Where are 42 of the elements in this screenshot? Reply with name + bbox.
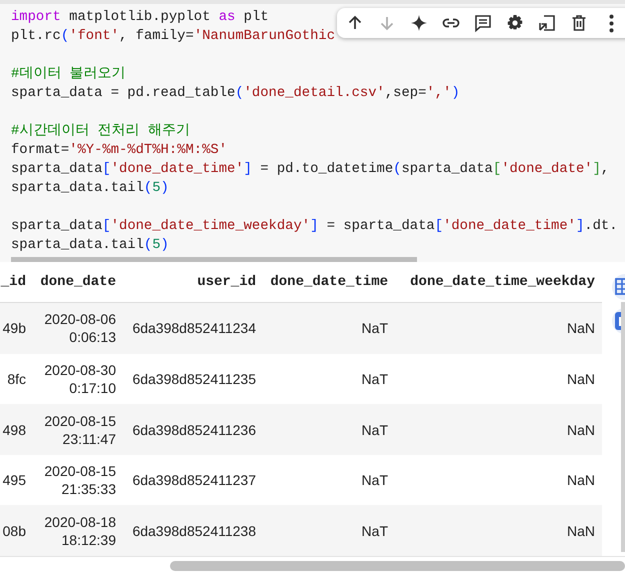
table-cell: NaN bbox=[566, 472, 595, 488]
code-cell[interactable] bbox=[0, 4, 625, 262]
table-cell: NaN bbox=[566, 422, 595, 438]
table-cell: NaT bbox=[362, 320, 388, 336]
code-line: sparta_data['done_date_time'] = pd.to_datetime(sparta_data['done_date'], bbox=[11, 160, 610, 179]
table-cell-text: 2020-08-30 0:17:10 bbox=[43, 360, 116, 397]
table-cell: 6da398d852411237 bbox=[132, 472, 256, 488]
export-icon bbox=[537, 13, 557, 33]
table-cell: 6da398d852411236 bbox=[132, 422, 256, 438]
table-cell-text: 2020-08-15 23:11:47 bbox=[43, 412, 116, 448]
code-line: import matplotlib.pyplot as plt bbox=[11, 8, 269, 27]
table-cell: 6da398d852411238 bbox=[132, 522, 256, 539]
table-cell: 49b bbox=[2, 320, 26, 336]
table-cell: NaT bbox=[362, 422, 388, 438]
sparkle-icon bbox=[409, 13, 429, 33]
comment-icon bbox=[473, 13, 493, 33]
code-line: #시간데이터 전처리 해주기 bbox=[11, 122, 190, 141]
table-cell: NaT bbox=[362, 472, 388, 488]
table-cell: NaN bbox=[566, 370, 595, 387]
scrollbar[interactable] bbox=[621, 302, 625, 552]
code-line: #데이터 불러오기 bbox=[11, 65, 126, 84]
table-cell: 6da398d852411235 bbox=[132, 370, 256, 387]
code-line: sparta_data.tail(5) bbox=[11, 236, 169, 255]
table-cell-text: 2020-08-15 21:35:33 bbox=[43, 462, 116, 498]
code-line: format='%Y-%m-%dT%H:%M:%S' bbox=[11, 141, 228, 160]
table-cell: NaN bbox=[566, 320, 595, 336]
table-cell: 495 bbox=[2, 472, 26, 488]
code-line: sparta_data['done_date_time_weekday'] = sparta_data['done_date_time'].dt. bbox=[11, 217, 618, 236]
table-cell: NaT bbox=[362, 522, 388, 539]
table-cell-text: 2020-08-06 0:06:13 bbox=[43, 310, 116, 346]
code-line: sparta_data.tail(5) bbox=[11, 179, 169, 198]
table-cell: 498 bbox=[2, 422, 26, 438]
table-cell: 8fc bbox=[7, 370, 26, 387]
more-icon bbox=[608, 14, 614, 32]
table-cell: 08b bbox=[2, 522, 26, 539]
table-cell: NaT bbox=[362, 370, 388, 387]
code-line: plt.rc('font', family='NanumBarunGothic bbox=[11, 27, 336, 46]
table-cell: 6da398d852411234 bbox=[132, 320, 256, 336]
scrollbar[interactable] bbox=[170, 561, 625, 571]
code-line: sparta_data = pd.read_table('done_detail.csv',sep=',') bbox=[11, 84, 460, 103]
table-cell: NaN bbox=[566, 522, 595, 539]
table-cell-text: 2020-08-18 18:12:39 bbox=[43, 512, 116, 549]
